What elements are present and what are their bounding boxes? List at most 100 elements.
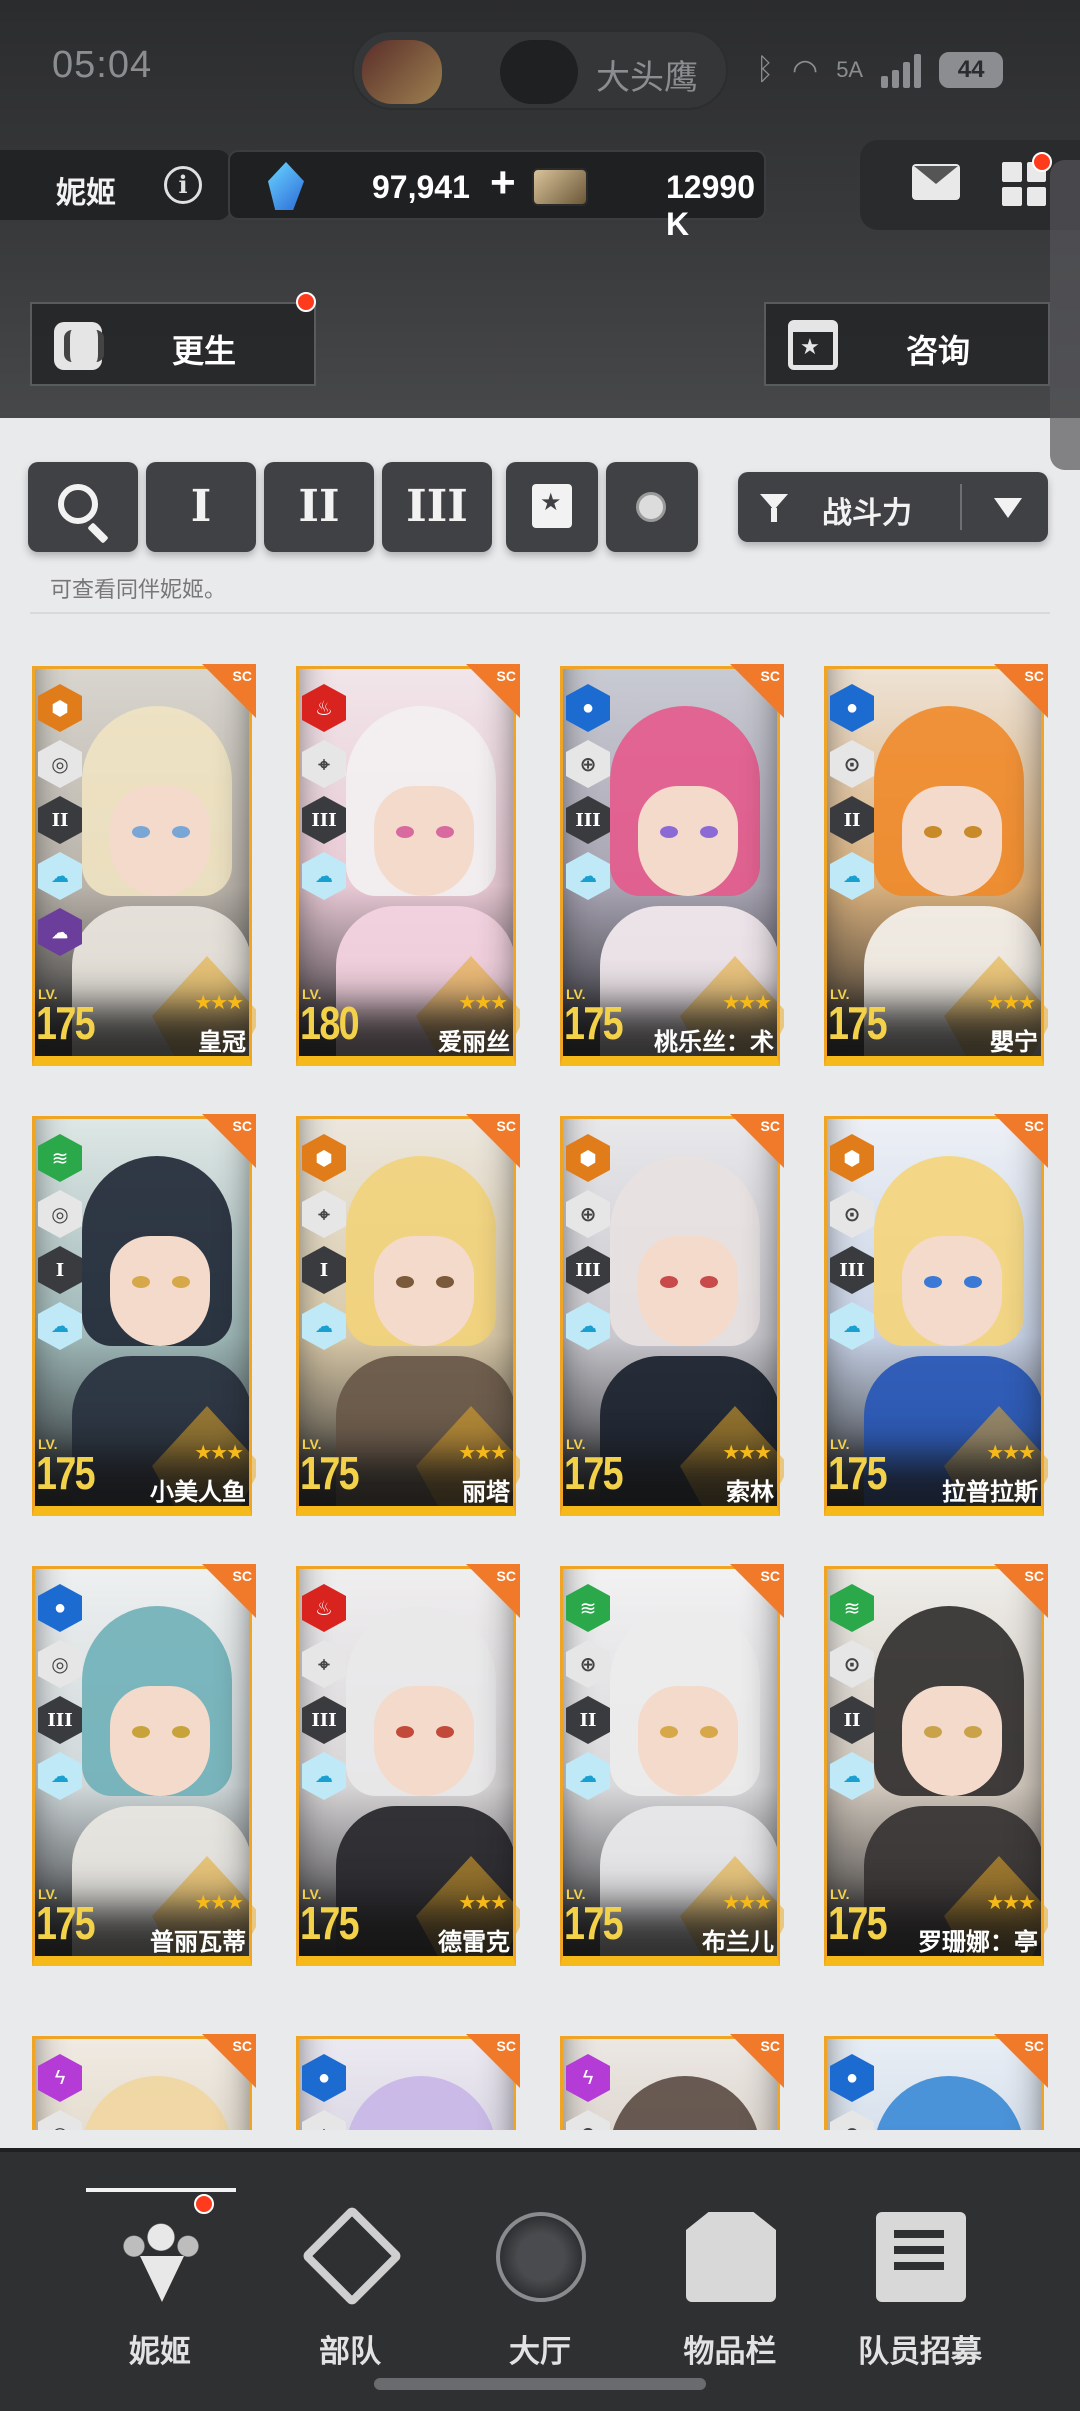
rarity-label: SC: [232, 668, 252, 684]
bluetooth-icon: ᛒ: [756, 53, 774, 86]
nikke-card[interactable]: SC●⌖: [292, 2010, 520, 2130]
rarity-label: SC: [760, 1118, 780, 1134]
nikke-card[interactable]: SC ♨ ⌖ III ☁ LV. 175 ★★★ 德雷克: [292, 1540, 520, 1972]
circle-icon: [636, 492, 666, 522]
burst-filter-3[interactable]: III: [382, 462, 492, 552]
rarity-label: SC: [1024, 2038, 1044, 2054]
rarity-label: SC: [1024, 1118, 1044, 1134]
rarity-label: SC: [496, 668, 516, 684]
inventory-icon: [686, 2212, 776, 2302]
burst-filter-2[interactable]: II: [264, 462, 374, 552]
level-value: 175: [300, 1447, 360, 1499]
chevron-down-icon[interactable]: [994, 498, 1022, 518]
rarity-label: SC: [496, 2038, 516, 2054]
other-filter[interactable]: [606, 462, 698, 552]
nikke-card[interactable]: SC ⬢ ◎ II ☁ ☁ LV. 175 ★★★ 皇冠: [28, 640, 256, 1072]
nikke-card[interactable]: SC ● ⊕ III ☁ LV. 175 ★★★ 桃乐丝：术: [556, 640, 784, 1072]
nikke-name: 小美人鱼: [150, 1479, 246, 1506]
notification-dot: [1032, 152, 1052, 172]
rarity-label: SC: [232, 1118, 252, 1134]
consult-button[interactable]: 咨询: [764, 302, 1050, 386]
add-gems-button[interactable]: +: [490, 158, 516, 208]
calendar-icon: [788, 320, 838, 370]
wifi-icon: ◠: [792, 53, 819, 87]
nav-squad[interactable]: 部队: [260, 2188, 440, 2388]
nikke-card[interactable]: SC●⊙: [820, 2010, 1048, 2130]
notification-dot: [194, 2194, 214, 2214]
sort-label: 战斗力: [822, 497, 912, 530]
dynamic-island[interactable]: 大头鹰: [352, 30, 728, 110]
nav-inventory[interactable]: 物品栏: [640, 2188, 820, 2388]
nikke-card[interactable]: SC ● ⊙ II ☁ LV. 175 ★★★ 嬰宁: [820, 640, 1048, 1072]
sort-dropdown[interactable]: 战斗力: [738, 472, 1048, 542]
nikke-card[interactable]: SC ♨ ⌖ III ☁ LV. 180 ★★★ 爱丽丝: [292, 640, 520, 1072]
level-value: 175: [564, 1897, 624, 1949]
nikke-card[interactable]: SC ≋ ◎ I ☁ LV. 175 ★★★ 小美人鱼: [28, 1090, 256, 1522]
squad-icon: [301, 2205, 403, 2307]
rarity-label: SC: [1024, 1568, 1044, 1584]
currency-panel[interactable]: 97,941 + 12990 K: [228, 150, 766, 242]
divider: [30, 612, 1050, 614]
level-value: 175: [36, 997, 96, 1049]
nav-recruit[interactable]: 队员招募: [830, 2188, 1010, 2388]
level-value: 175: [828, 1897, 888, 1949]
nikke-name: 罗珊娜：亭: [918, 1929, 1038, 1956]
nav-lobby[interactable]: 大厅: [450, 2188, 630, 2388]
nav-nikke[interactable]: 妮姬: [70, 2188, 250, 2388]
search-button[interactable]: [28, 462, 138, 552]
status-icons: ᛒ ◠ 5A 44: [756, 46, 1004, 94]
search-icon: [58, 484, 98, 524]
side-handle[interactable]: [1050, 160, 1080, 470]
level-value: 175: [564, 997, 624, 1049]
level-value: 175: [300, 1897, 360, 1949]
nikke-name: 普丽瓦蒂: [150, 1929, 246, 1956]
burst-filter-1[interactable]: I: [146, 462, 256, 552]
mail-icon[interactable]: [912, 164, 960, 200]
bookmark-icon: [532, 484, 572, 528]
star-rating: ★★★: [458, 992, 508, 1014]
nikke-name: 桃乐丝：术: [654, 1029, 774, 1056]
nikke-card[interactable]: SC ≋ ⊕ II ☁ LV. 175 ★★★ 布兰儿: [556, 1540, 784, 1972]
star-rating: ★★★: [722, 1892, 772, 1914]
level-value: 175: [828, 997, 888, 1049]
recruit-icon: [876, 2212, 966, 2302]
star-rating: ★★★: [986, 1442, 1036, 1464]
nikke-card[interactable]: SCϟ⊕: [556, 2010, 784, 2130]
favorite-filter[interactable]: [506, 462, 598, 552]
lobby-icon: [496, 2212, 586, 2302]
rarity-label: SC: [496, 1568, 516, 1584]
sort-separator: [960, 484, 962, 530]
star-rating: ★★★: [194, 1442, 244, 1464]
nikke-name: 拉普拉斯: [942, 1479, 1038, 1506]
camera-cutout: [500, 40, 578, 104]
info-icon[interactable]: i: [164, 166, 202, 204]
top-right-buttons: [860, 140, 1080, 230]
pill-text: 大头鹰: [596, 59, 698, 97]
nikke-card[interactable]: SC ⬢ ⊙ III ☁ LV. 175 ★★★ 拉普拉斯: [820, 1090, 1048, 1522]
home-indicator[interactable]: [374, 2378, 706, 2390]
nikke-card[interactable]: SC ≋ ⊙ II ☁ LV. 175 ★★★ 罗珊娜：亭: [820, 1540, 1048, 1972]
reborn-button[interactable]: 更生: [30, 292, 316, 386]
credit-count: 12990 K: [666, 169, 755, 242]
nikke-card[interactable]: SC ⬢ ⌖ I ☁ LV. 175 ★★★ 丽塔: [292, 1090, 520, 1522]
nikke-card[interactable]: SC ⬢ ⊕ III ☁ LV. 175 ★★★ 索林: [556, 1090, 784, 1522]
filter-icon: [760, 494, 788, 522]
status-time: 05:04: [52, 44, 153, 86]
nikke-name: 嬰宁: [990, 1029, 1038, 1056]
nikke-name: 德雷克: [438, 1929, 510, 1956]
bottom-nav: 妮姬 部队 大厅 物品栏 队员招募: [0, 2148, 1080, 2411]
nikke-name: 索林: [726, 1479, 774, 1506]
signal-icon: [881, 52, 922, 88]
rarity-label: SC: [232, 1568, 252, 1584]
nikke-card[interactable]: SC ● ◎ III ☁ LV. 175 ★★★ 普丽瓦蒂: [28, 1540, 256, 1972]
nikke-name: 皇冠: [198, 1029, 246, 1056]
star-rating: ★★★: [722, 992, 772, 1014]
reborn-icon: [54, 322, 104, 370]
rarity-label: SC: [232, 2038, 252, 2054]
nikke-card[interactable]: SCϟ◎: [28, 2010, 256, 2130]
nikke-name: 丽塔: [462, 1479, 510, 1506]
notification-dot: [296, 292, 316, 312]
network-label: 5A: [836, 57, 864, 82]
level-value: 175: [36, 1897, 96, 1949]
nikke-grid: SC ⬢ ◎ II ☁ ☁ LV. 175 ★★★ 皇冠 SC ♨ ⌖ III ☁ LV. 180 ★★★ 爱丽丝 S…: [0, 640, 1080, 2130]
